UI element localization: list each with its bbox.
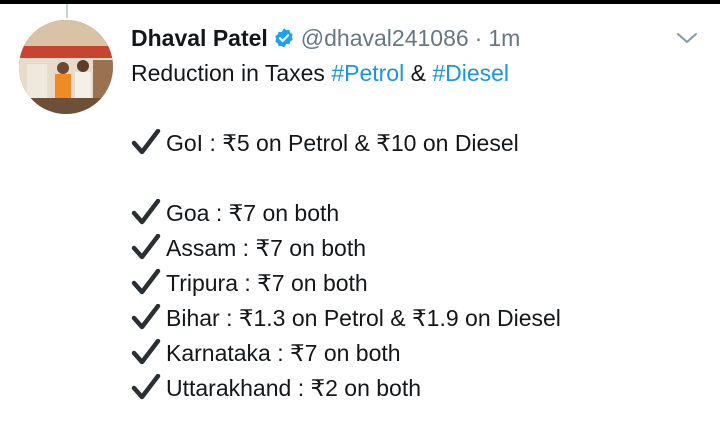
intro-line: Reduction in Taxes #Petrol & #Diesel [131, 56, 561, 91]
avatar[interactable] [19, 20, 113, 114]
display-name[interactable]: Dhaval Patel [131, 25, 268, 52]
ampersand: & [410, 60, 426, 86]
list-item-text: Tripura : ₹7 on both [166, 270, 368, 296]
list-item: Tripura : ₹7 on both [131, 266, 561, 301]
list-item-text: Assam : ₹7 on both [166, 235, 367, 261]
heavy-check-mark-icon [131, 198, 161, 225]
heavy-check-mark-icon [131, 128, 161, 155]
list-item: Goa : ₹7 on both [131, 196, 561, 231]
list-item: Bihar : ₹1.3 on Petrol & ₹1.9 on Diesel [131, 301, 561, 336]
hashtag-diesel-link[interactable]: #Diesel [432, 60, 509, 86]
tweet-header: Dhaval Patel @dhaval241086 · 1m [131, 22, 520, 54]
list-item-text: Bihar : ₹1.3 on Petrol & ₹1.9 on Diesel [166, 305, 561, 331]
top-strip [0, 0, 720, 4]
separator-dot: · [474, 24, 483, 51]
heavy-check-mark-icon [131, 268, 161, 295]
chevron-down-icon[interactable] [674, 28, 700, 48]
heavy-check-mark-icon [131, 303, 161, 330]
hashtag-petrol-link[interactable]: #Petrol [331, 60, 404, 86]
timestamp[interactable]: 1m [488, 25, 520, 52]
list-item: GoI : ₹5 on Petrol & ₹10 on Diesel [131, 126, 561, 161]
list-item: Karnataka : ₹7 on both [131, 336, 561, 371]
list-item: Assam : ₹7 on both [131, 231, 561, 266]
heavy-check-mark-icon [131, 338, 161, 365]
heavy-check-mark-icon [131, 233, 161, 260]
verified-badge-icon [273, 27, 295, 49]
user-handle[interactable]: @dhaval241086 [301, 25, 469, 52]
avatar-photo [19, 20, 113, 114]
thread-line [66, 4, 68, 18]
heavy-check-mark-icon [131, 373, 161, 400]
list-item: Uttarakhand : ₹2 on both [131, 371, 561, 406]
list-item-text: Karnataka : ₹7 on both [166, 340, 401, 366]
list-item-text: Uttarakhand : ₹2 on both [166, 375, 422, 401]
list-item-text: Goa : ₹7 on both [166, 200, 340, 226]
list-item-text: GoI : ₹5 on Petrol & ₹10 on Diesel [166, 130, 519, 156]
intro-text: Reduction in Taxes [131, 60, 325, 86]
tweet-text: Reduction in Taxes #Petrol & #Diesel GoI… [131, 56, 561, 406]
